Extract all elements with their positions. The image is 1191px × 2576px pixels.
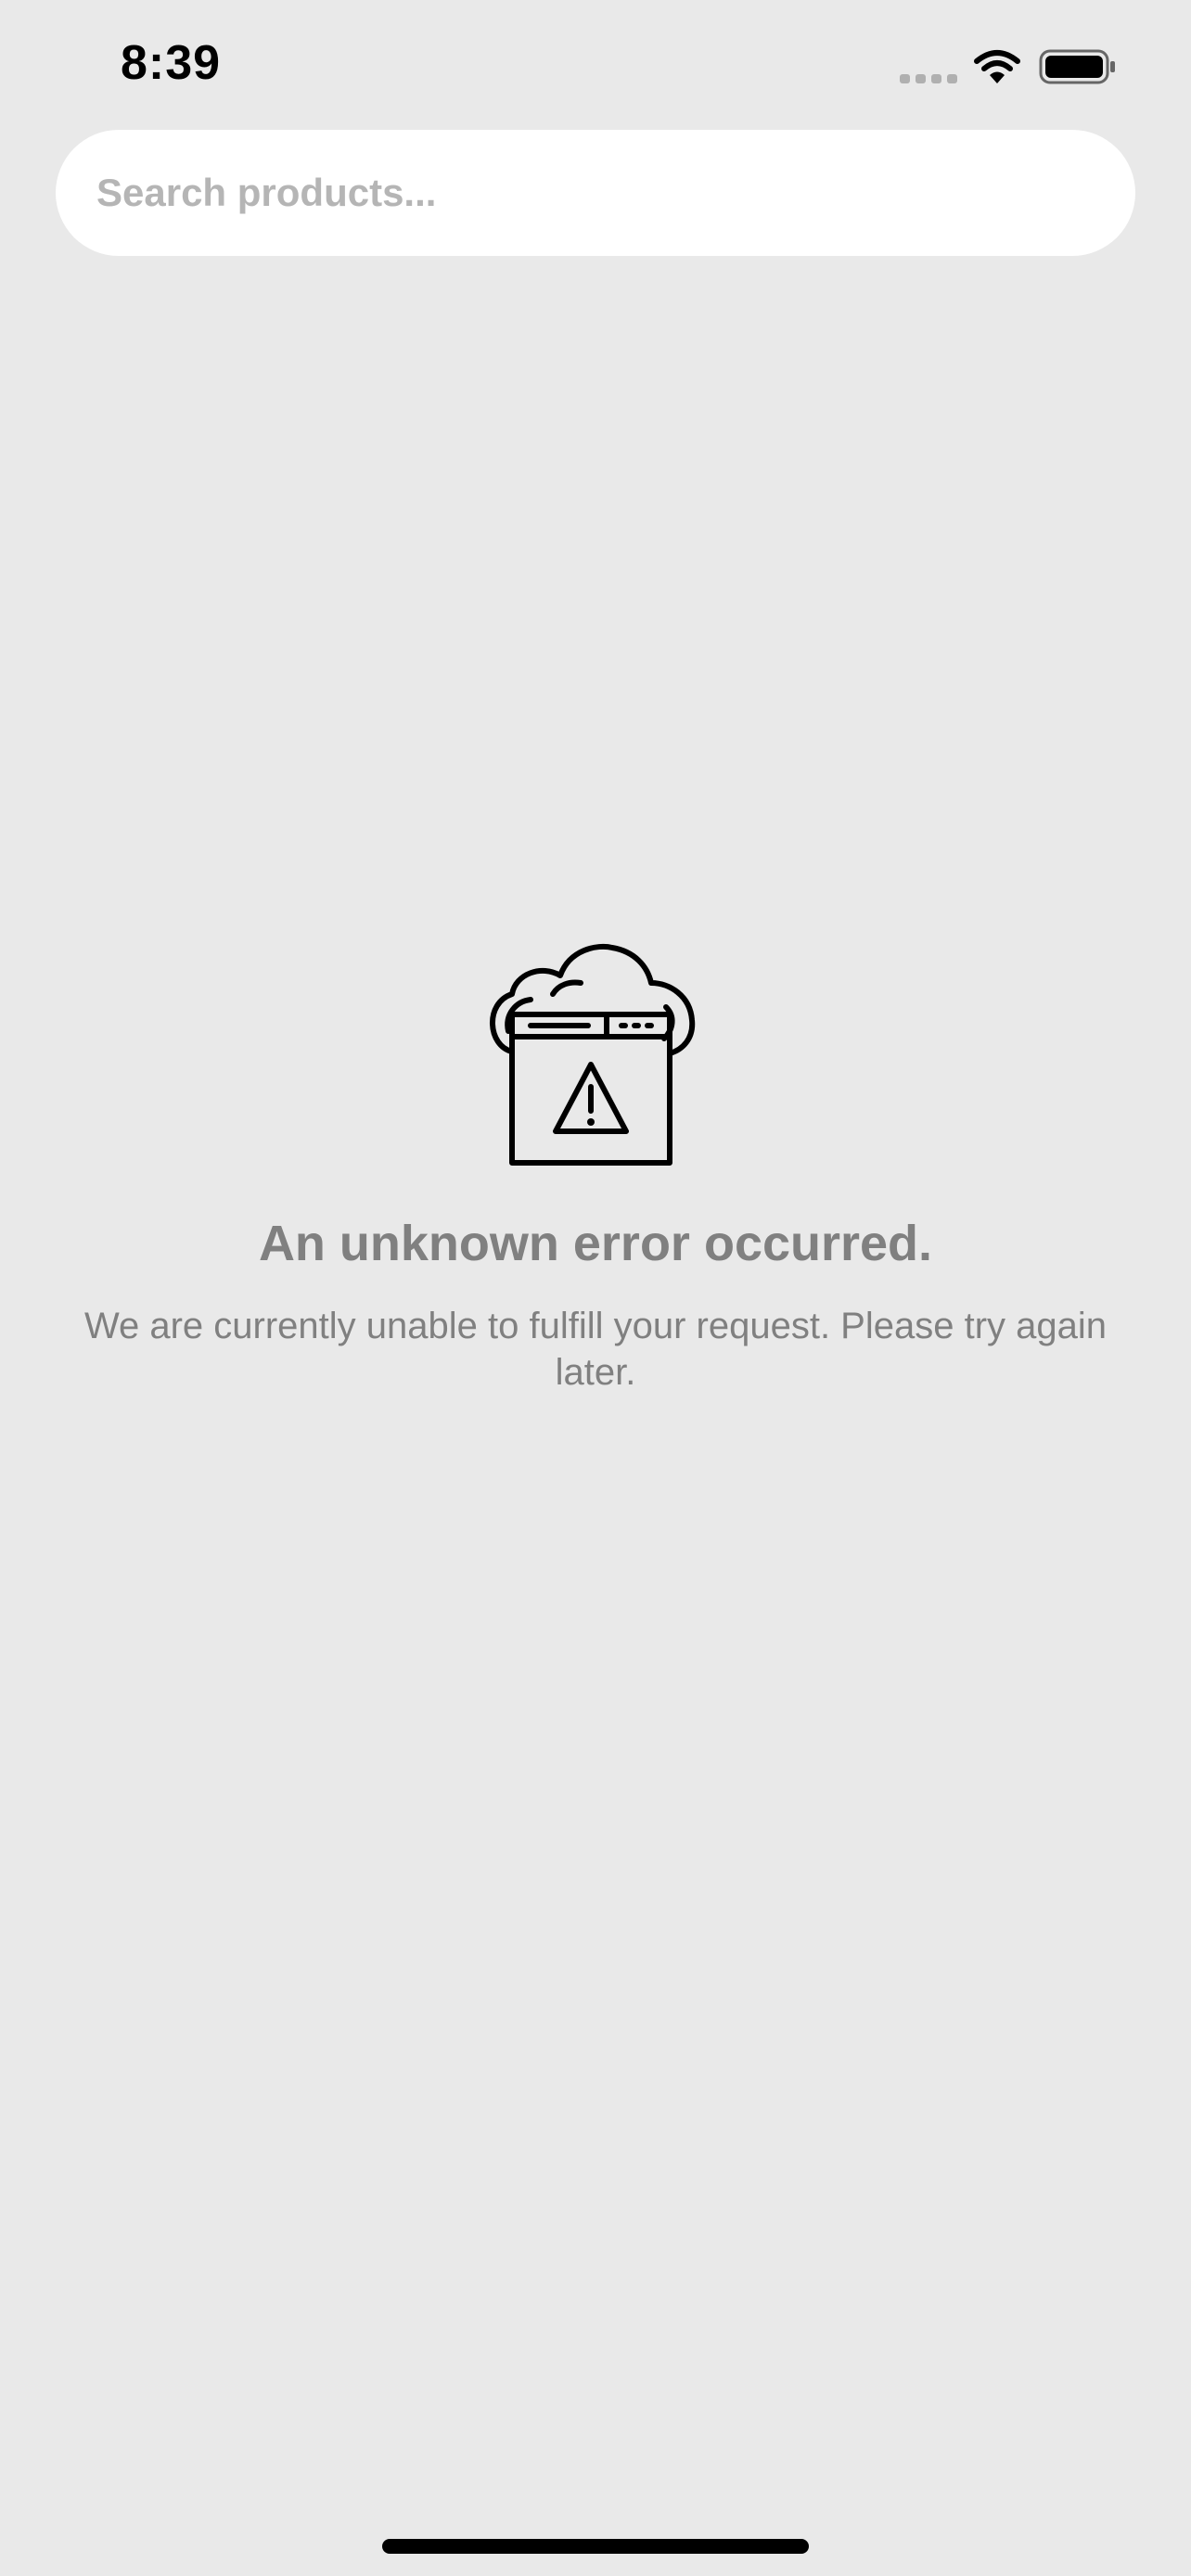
status-time: 8:39 xyxy=(121,36,222,90)
search-bar[interactable] xyxy=(56,130,1135,256)
search-input[interactable] xyxy=(95,170,1096,216)
error-title: An unknown error occurred. xyxy=(258,1216,933,1271)
cellular-signal-icon xyxy=(900,74,957,83)
wifi-icon xyxy=(974,50,1020,83)
status-bar: 8:39 xyxy=(0,0,1191,130)
home-indicator[interactable] xyxy=(382,2539,809,2554)
cloud-browser-warning-icon xyxy=(490,943,696,1166)
error-message: We are currently unable to fulfill your … xyxy=(83,1306,1108,1393)
battery-icon xyxy=(1039,49,1115,84)
